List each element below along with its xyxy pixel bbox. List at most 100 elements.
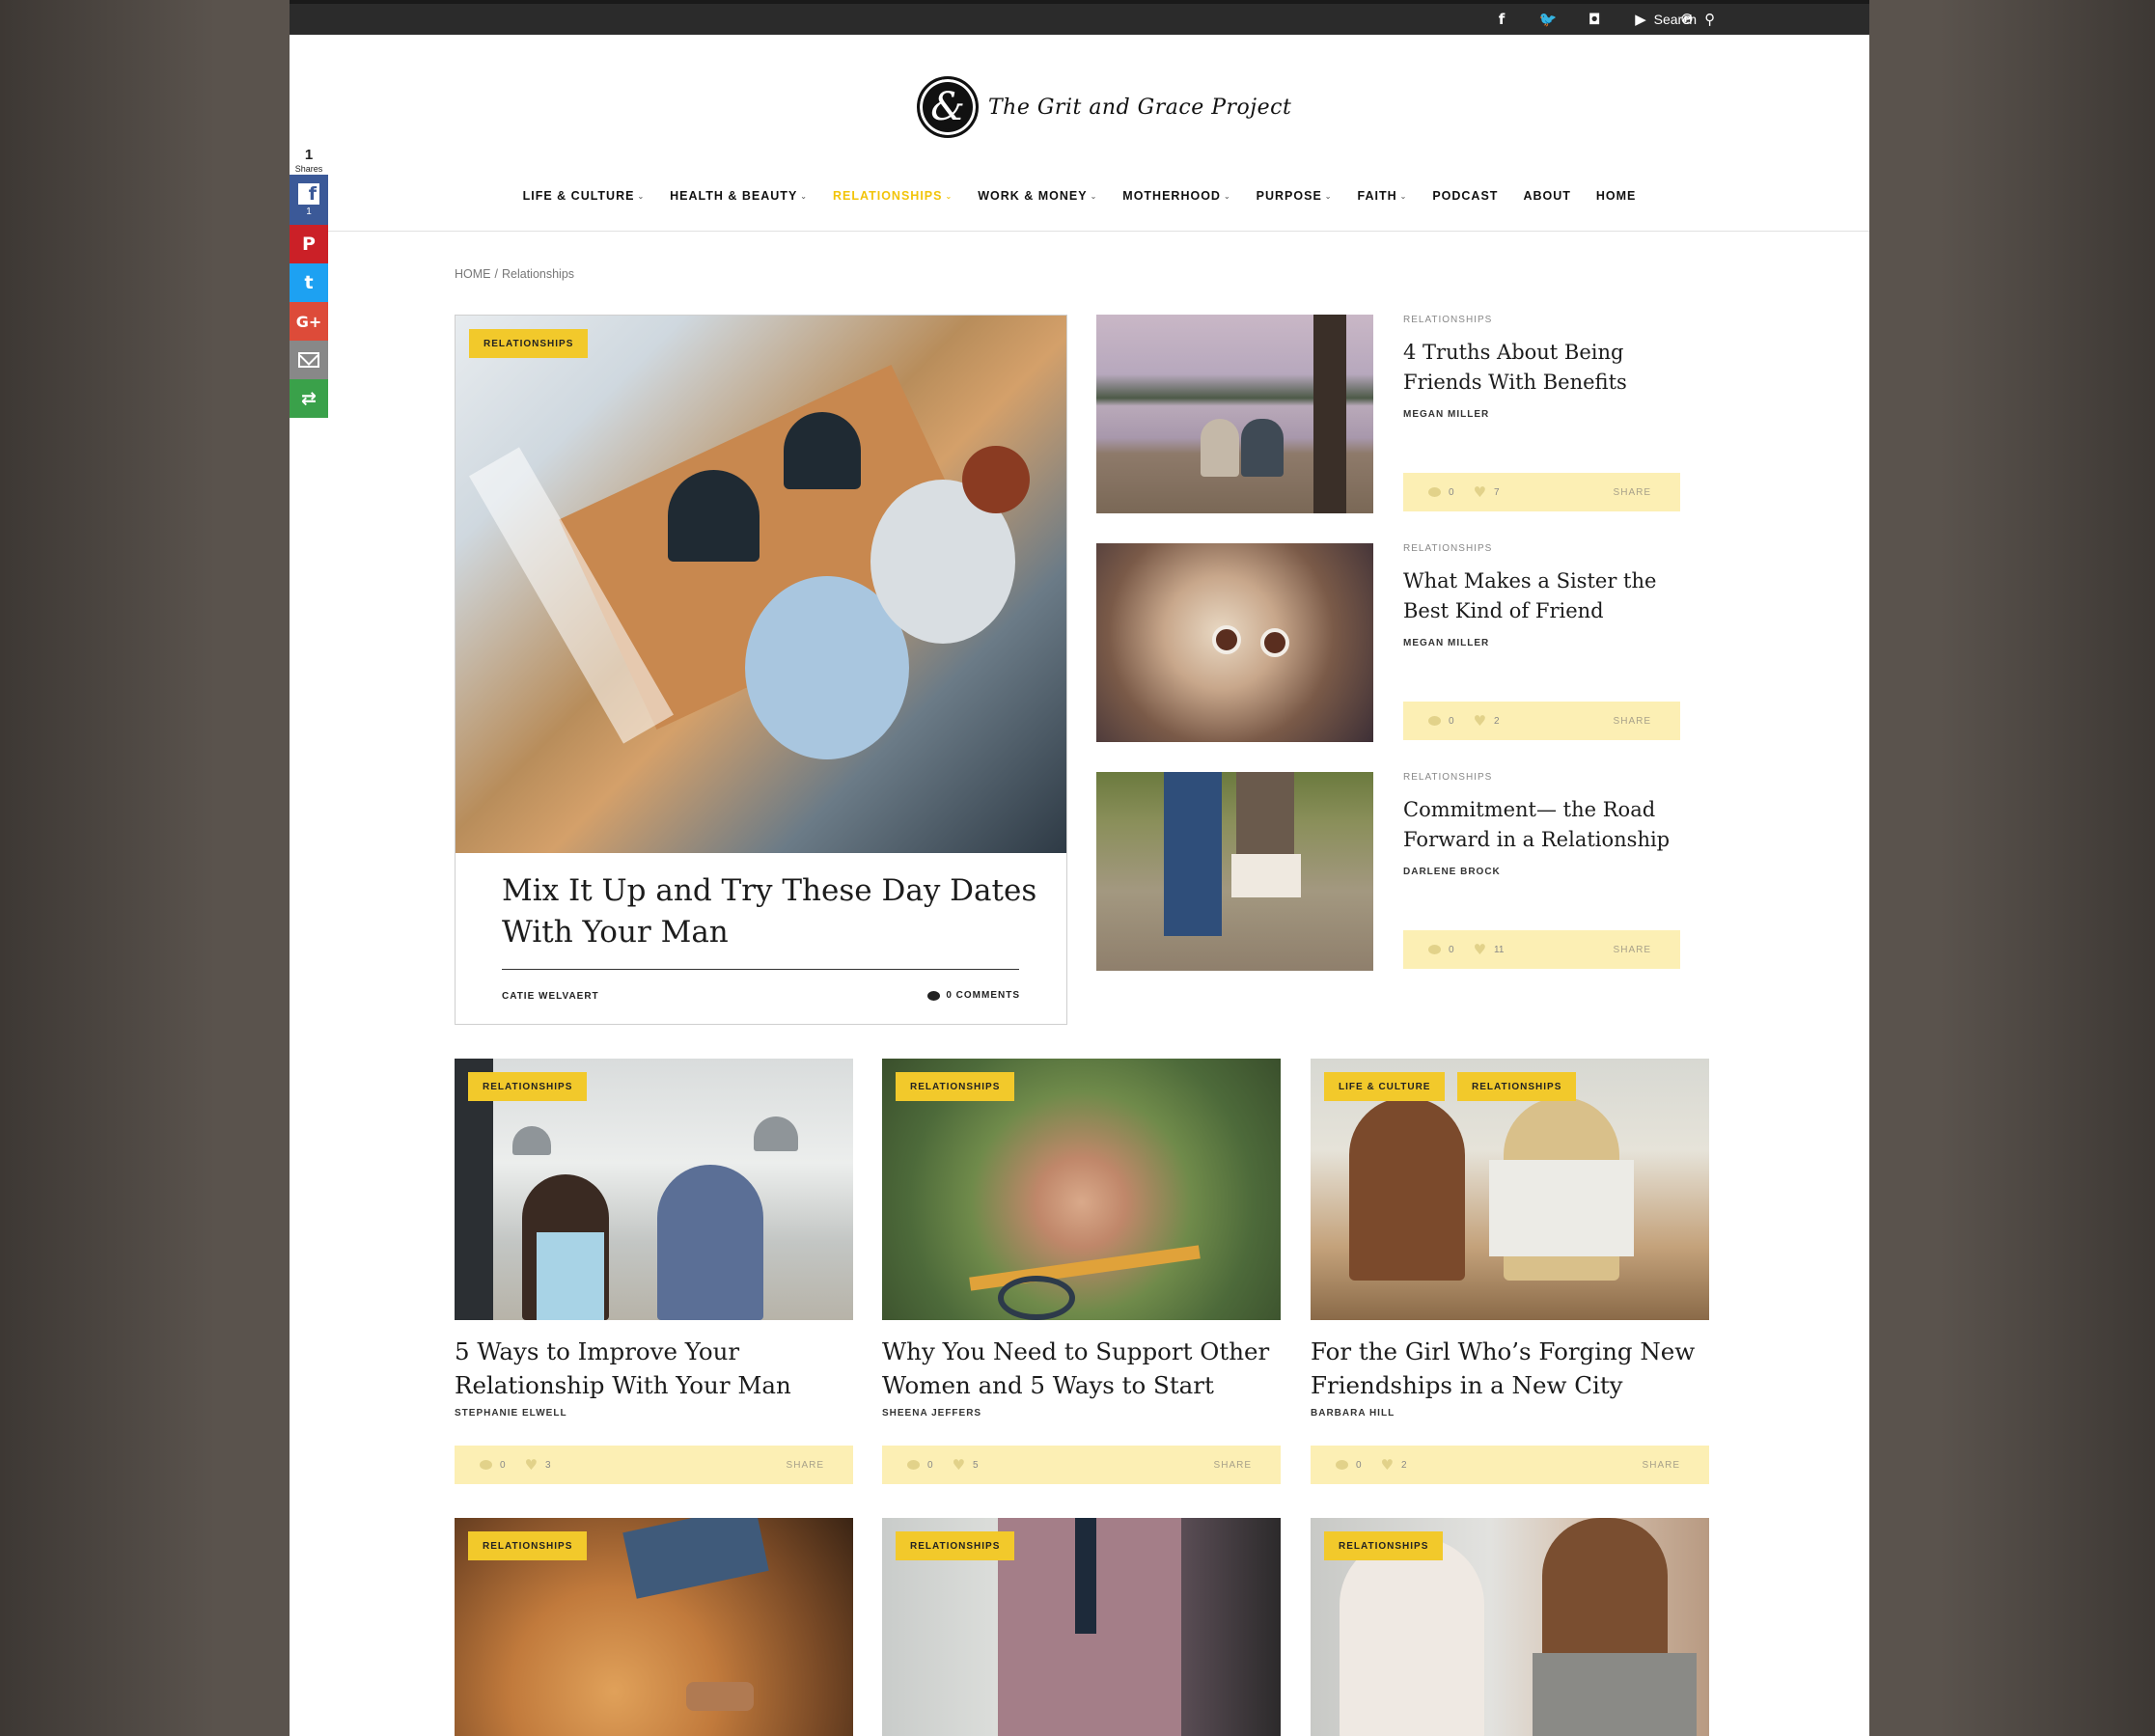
chevron-down-icon: ⌄ bbox=[1090, 191, 1098, 201]
pinterest-share-button[interactable]: P bbox=[290, 225, 328, 263]
article-title[interactable]: 5 Ways to Improve Your Relationship With… bbox=[455, 1335, 860, 1402]
category-tag[interactable]: RELATIONSHIPS bbox=[469, 329, 589, 358]
share-button[interactable]: SHARE bbox=[1614, 487, 1651, 498]
likes-count[interactable]: ♥ 2 bbox=[1474, 712, 1500, 730]
article-thumbnail[interactable] bbox=[1096, 543, 1373, 742]
share-button[interactable]: SHARE bbox=[1643, 1460, 1680, 1471]
article-thumbnail[interactable] bbox=[1096, 315, 1373, 513]
image-shape bbox=[686, 1682, 754, 1711]
article-author[interactable]: SHEENA JEFFERS bbox=[882, 1408, 981, 1419]
article-author[interactable]: BARBARA HILL bbox=[1311, 1408, 1395, 1419]
category-tag[interactable]: RELATIONSHIPS bbox=[468, 1531, 588, 1560]
side-article[interactable]: RELATIONSHIPS Commitment— the Road Forwa… bbox=[1096, 772, 1680, 973]
heart-icon: ♥ bbox=[952, 1456, 966, 1474]
image-shape bbox=[1340, 1537, 1484, 1736]
comments-count[interactable]: 0 bbox=[480, 1460, 506, 1471]
facebook-share-count: 1 bbox=[306, 206, 312, 217]
category-tag[interactable]: RELATIONSHIPS bbox=[1324, 1531, 1444, 1560]
article-category[interactable]: RELATIONSHIPS bbox=[1403, 543, 1492, 554]
image-shape bbox=[1313, 315, 1346, 513]
heart-icon: ♥ bbox=[1380, 1456, 1395, 1474]
logo-mark-icon: & bbox=[917, 76, 979, 138]
comments-count[interactable]: 0 bbox=[1336, 1460, 1362, 1471]
twitter-icon[interactable]: 🐦 bbox=[1525, 11, 1571, 28]
googleplus-share-button[interactable]: G+ bbox=[290, 302, 328, 341]
email-share-button[interactable] bbox=[290, 341, 328, 379]
category-tag[interactable]: RELATIONSHIPS bbox=[896, 1072, 1015, 1101]
search-toggle[interactable]: Search ⚲ bbox=[1654, 4, 1715, 35]
article-meta-bar: 0 ♥ 3 SHARE bbox=[455, 1446, 853, 1484]
likes-count[interactable]: ♥ 2 bbox=[1381, 1456, 1407, 1474]
comment-icon bbox=[1428, 945, 1441, 954]
image-shape bbox=[1236, 772, 1294, 859]
nav-item-faith[interactable]: FAITH ⌄ bbox=[1345, 189, 1421, 203]
article-thumbnail[interactable] bbox=[1096, 772, 1373, 971]
instagram-icon[interactable]: ◘ bbox=[1571, 11, 1617, 28]
breadcrumb-home[interactable]: HOME bbox=[455, 267, 491, 281]
article-author[interactable]: STEPHANIE ELWELL bbox=[455, 1408, 567, 1419]
facebook-icon[interactable]: f bbox=[1478, 11, 1525, 28]
featured-article[interactable]: RELATIONSHIPS Mix It Up and Try These Da… bbox=[455, 315, 1067, 1025]
comments-count[interactable]: 0 bbox=[1428, 945, 1454, 955]
nav-item-podcast[interactable]: PODCAST bbox=[1420, 189, 1510, 203]
category-tag[interactable]: LIFE & CULTURE bbox=[1324, 1072, 1446, 1101]
nav-item-home[interactable]: HOME bbox=[1584, 189, 1649, 203]
chevron-down-icon: ⌄ bbox=[800, 191, 808, 201]
nav-item-purpose[interactable]: PURPOSE ⌄ bbox=[1244, 189, 1345, 203]
image-shape bbox=[1164, 772, 1222, 936]
share-button[interactable]: SHARE bbox=[787, 1460, 824, 1471]
comments-count[interactable]: 0 bbox=[907, 1460, 933, 1471]
image-shape bbox=[1349, 1097, 1465, 1281]
nav-item-life-culture[interactable]: LIFE & CULTURE ⌄ bbox=[511, 189, 658, 203]
article-author[interactable]: DARLENE BROCK bbox=[1403, 867, 1501, 877]
nav-item-about[interactable]: ABOUT bbox=[1510, 189, 1583, 203]
image-shape bbox=[622, 1518, 769, 1599]
comments-value: 0 bbox=[927, 1459, 933, 1471]
category-tag[interactable]: RELATIONSHIPS bbox=[468, 1072, 588, 1101]
image-shape bbox=[668, 470, 760, 562]
article-author[interactable]: MEGAN MILLER bbox=[1403, 638, 1489, 648]
article-category[interactable]: RELATIONSHIPS bbox=[1403, 772, 1492, 783]
nav-item-work-money[interactable]: WORK & MONEY ⌄ bbox=[965, 189, 1110, 203]
comments-count[interactable]: 0 bbox=[1428, 487, 1454, 498]
featured-author[interactable]: CATIE WELVAERT bbox=[502, 991, 599, 1002]
share-button[interactable]: SHARE bbox=[1214, 1460, 1252, 1471]
likes-count[interactable]: ♥ 11 bbox=[1474, 941, 1505, 958]
nav-item-relationships[interactable]: RELATIONSHIPS ⌄ bbox=[820, 189, 965, 203]
facebook-share-button[interactable]: f 1 bbox=[290, 175, 328, 225]
article-title[interactable]: Commitment— the Road Forward in a Relati… bbox=[1403, 795, 1678, 855]
likes-count[interactable]: ♥ 5 bbox=[953, 1456, 979, 1474]
featured-title[interactable]: Mix It Up and Try These Day Dates With Y… bbox=[502, 870, 1042, 953]
article-title[interactable]: 4 Truths About Being Friends With Benefi… bbox=[1403, 338, 1678, 398]
likes-count[interactable]: ♥ 7 bbox=[1474, 483, 1500, 501]
share-button[interactable]: SHARE bbox=[1614, 716, 1651, 727]
article-title[interactable]: What Makes a Sister the Best Kind of Fri… bbox=[1403, 566, 1678, 626]
side-article[interactable]: RELATIONSHIPS 4 Truths About Being Frien… bbox=[1096, 315, 1680, 515]
article-meta-bar: 0 ♥ 2 SHARE bbox=[1403, 702, 1680, 740]
likes-value: 7 bbox=[1494, 486, 1500, 498]
article-title[interactable]: Why You Need to Support Other Women and … bbox=[882, 1335, 1287, 1402]
featured-comments-link[interactable]: 0 COMMENTS bbox=[927, 990, 1020, 1001]
nav-item-health-beauty[interactable]: HEALTH & BEAUTY ⌄ bbox=[657, 189, 820, 203]
more-share-button[interactable]: ⇄ bbox=[290, 379, 328, 418]
likes-count[interactable]: ♥ 3 bbox=[525, 1456, 551, 1474]
twitter-share-button[interactable]: t bbox=[290, 263, 328, 302]
site-logo[interactable]: & The Grit and Grace Project bbox=[917, 75, 1291, 139]
side-article[interactable]: RELATIONSHIPS What Makes a Sister the Be… bbox=[1096, 543, 1680, 744]
share-count-value: 1 bbox=[304, 147, 314, 163]
share-button[interactable]: SHARE bbox=[1614, 945, 1651, 955]
image-shape bbox=[1231, 854, 1301, 897]
featured-image[interactable] bbox=[456, 316, 1066, 853]
nav-item-motherhood[interactable]: MOTHERHOOD ⌄ bbox=[1110, 189, 1243, 203]
email-icon bbox=[298, 352, 319, 368]
article-title[interactable]: For the Girl Who’s Forging New Friendshi… bbox=[1311, 1335, 1716, 1402]
image-shape bbox=[784, 412, 861, 489]
comments-count[interactable]: 0 bbox=[1428, 716, 1454, 727]
article-category[interactable]: RELATIONSHIPS bbox=[1403, 315, 1492, 325]
image-shape bbox=[1542, 1518, 1668, 1672]
category-tag[interactable]: RELATIONSHIPS bbox=[1457, 1072, 1577, 1101]
image-shape bbox=[754, 1116, 798, 1151]
category-tag[interactable]: RELATIONSHIPS bbox=[896, 1531, 1015, 1560]
article-author[interactable]: MEGAN MILLER bbox=[1403, 409, 1489, 420]
top-bar: f 🐦 ◘ ▶ ℗ Search ⚲ bbox=[290, 0, 1869, 35]
